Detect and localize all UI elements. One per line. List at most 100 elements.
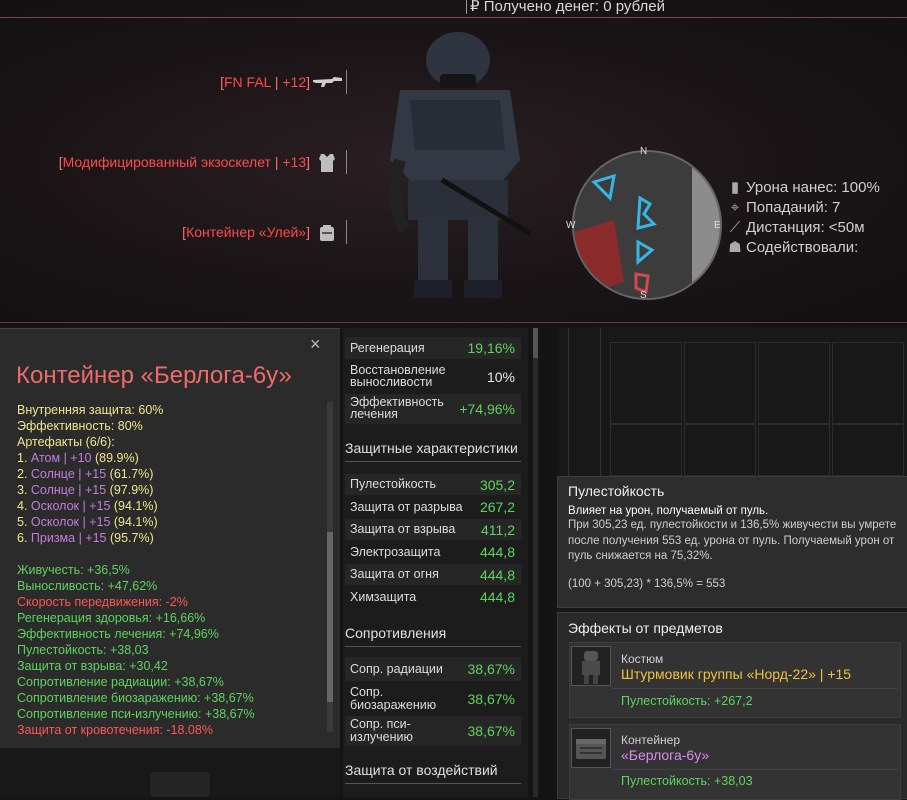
distance: ⟋ Дистанция: <50м <box>729 219 865 236</box>
artifact-name: Солнце | +15 <box>30 467 107 481</box>
section-resistances: Сопротивления <box>345 625 521 647</box>
stat-line: Сопротивление пси-излучению: +38,67% <box>17 707 255 721</box>
inventory-cell[interactable] <box>758 424 830 476</box>
assisted-by: ☗ Содействовали: <box>728 239 859 256</box>
group-icon: ☗ <box>728 239 742 256</box>
tooltip-formula: (100 + 305,23) * 136,5% = 553 <box>568 578 726 590</box>
stat-row-psy: Сопр. пси-излучению 38,67% <box>345 716 521 746</box>
scrollbar-thumb[interactable] <box>327 532 333 702</box>
divider <box>600 328 601 478</box>
stat-row-stamina-recovery: Восстановление выносливости 10% <box>350 363 515 389</box>
stat-row-protection: Защита от разрыва 267,2 <box>350 499 515 515</box>
scrollbar-thumb[interactable] <box>533 328 538 358</box>
divider <box>466 0 467 14</box>
stat-line: Выносливость: +47,62% <box>17 579 158 593</box>
suit-thumbnail-icon <box>571 646 611 686</box>
tooltip-title: Пулестойкость <box>568 483 665 499</box>
compass-east: E <box>714 220 721 231</box>
scrollbar-track[interactable] <box>533 328 538 797</box>
character-model <box>380 30 567 300</box>
divider <box>612 688 898 689</box>
effect-card-container[interactable] <box>569 724 901 800</box>
divider <box>568 328 569 478</box>
stat-row-protection: Химзащита 444,8 <box>350 589 515 605</box>
stat-line: 5. Осколок | +15 (94.1%) <box>17 515 158 529</box>
divider <box>346 220 347 244</box>
inventory-cell[interactable] <box>832 342 904 424</box>
stat-line: 2. Солнце | +15 (61.7%) <box>17 467 154 481</box>
inventory-cell[interactable] <box>832 424 904 476</box>
inventory-cell[interactable] <box>684 424 756 476</box>
stat-line: 3. Солнце | +15 (97.9%) <box>17 483 154 497</box>
stat-row-regen: Регенерация 19,16% <box>345 337 521 359</box>
item-title: Контейнер «Берлога-6у» <box>16 362 292 389</box>
stat-line: Скорость передвижения: -2% <box>17 595 188 609</box>
stat-line: Пулестойкость: +38,03 <box>17 643 149 657</box>
item-thumbnail <box>150 772 210 797</box>
effect-type: Контейнер <box>621 733 681 747</box>
effect-item-name: Штурмовик группы «Норд-22» | +15 <box>621 666 852 682</box>
compass-north: N <box>640 146 648 157</box>
inventory-cell[interactable] <box>758 342 830 424</box>
inventory-cell[interactable] <box>684 342 756 424</box>
inventory-cell[interactable] <box>610 424 682 476</box>
damage-dealt: ▮ Урона нанес: 100% <box>728 178 880 198</box>
clipped-row <box>345 328 521 336</box>
container-thumbnail-icon <box>571 728 611 768</box>
stat-line: 6. Призма | +15 (95.7%) <box>17 531 154 545</box>
divider <box>0 322 907 323</box>
section-impact-protection: Защита от воздействий <box>345 762 521 784</box>
backpack-icon <box>318 224 336 246</box>
stat-row-protection: Защита от огня 444,8 <box>345 564 521 585</box>
item-stats-list: Внутренняя защита: 60% Эффективность: 80%… <box>17 402 255 738</box>
stat-line: Сопротивление биозаражению: +38,67% <box>17 691 254 705</box>
stat-line: Защита от взрыва: +30,42 <box>17 659 168 673</box>
stat-line: Эффективность: 80% <box>17 419 143 433</box>
armor-icon <box>318 153 336 177</box>
divider <box>346 70 347 94</box>
stat-line: Сопротивление радиации: +38,67% <box>17 675 224 689</box>
stat-line: 1. Атом | +10 (89.9%) <box>17 451 139 465</box>
compass-south: S <box>640 290 647 301</box>
stat-line: Внутренняя защита: 60% <box>17 403 164 417</box>
artifact-name: Атом | +10 <box>30 451 92 465</box>
stat-row-bio: Сопр. биозаражению 38,67% <box>350 685 515 712</box>
slot-weapon[interactable]: [FN FAL | +12] <box>150 71 310 93</box>
artifact-name: Осколок | +15 <box>30 499 111 513</box>
hits-count: ⌖ Попаданий: 7 <box>728 198 841 218</box>
stat-line: Живучесть: +36,5% <box>17 563 130 577</box>
tooltip-body: При 305,23 ед. пулестойкости и 136,5% жи… <box>568 519 897 562</box>
inventory-cell[interactable] <box>610 342 682 424</box>
divider <box>0 17 907 18</box>
divider <box>612 769 898 770</box>
stat-line <box>17 546 255 562</box>
rifle-icon <box>312 72 344 94</box>
ruble-icon: ₽ <box>470 0 480 15</box>
artifact-name: Осколок | +15 <box>30 515 111 529</box>
effects-title: Эффекты от предметов <box>568 620 723 636</box>
minimap <box>572 150 722 300</box>
close-icon[interactable]: × <box>310 334 321 355</box>
stat-line: Защита от кровотечения: -18.08% <box>17 723 213 737</box>
ruler-icon: ⟋ <box>729 219 741 236</box>
crosshair-icon: ⌖ <box>730 199 740 216</box>
slot-armor[interactable]: [Модифицированный экзоскелет | +13] <box>20 151 310 173</box>
artifact-name: Солнце | +15 <box>30 483 107 497</box>
effect-item-name: «Берлога-6у» <box>621 747 710 763</box>
stat-line: Эффективность лечения: +74,96% <box>17 627 219 641</box>
money-received: ₽ Получено денег: 0 рублей <box>470 0 665 15</box>
effect-value: Пулестойкость: +267,2 <box>621 694 753 708</box>
stat-row-protection: Защита от взрыва 411,2 <box>345 519 521 540</box>
tooltip-subtitle: Влияет на урон, получаемый от пуль. <box>568 505 769 517</box>
stat-line: 4. Осколок | +15 (94.1%) <box>17 499 158 513</box>
effect-type: Костюм <box>621 652 664 666</box>
stat-row-healing: Эффективность лечения +74,96% <box>345 394 521 424</box>
slot-container[interactable]: [Контейнер «Улей»] <box>100 221 310 243</box>
stat-row-protection: Пулестойкость 305,2 <box>345 474 521 495</box>
stat-line: Регенерация здоровья: +16,66% <box>17 611 206 625</box>
stat-row-radiation: Сопр. радиации 38,67% <box>345 657 521 681</box>
compass-west: W <box>566 220 576 231</box>
stat-line: Артефакты (6/6): <box>17 435 115 449</box>
bullet-icon: ▮ <box>730 179 740 196</box>
effect-value: Пулестойкость: +38,03 <box>621 774 753 788</box>
